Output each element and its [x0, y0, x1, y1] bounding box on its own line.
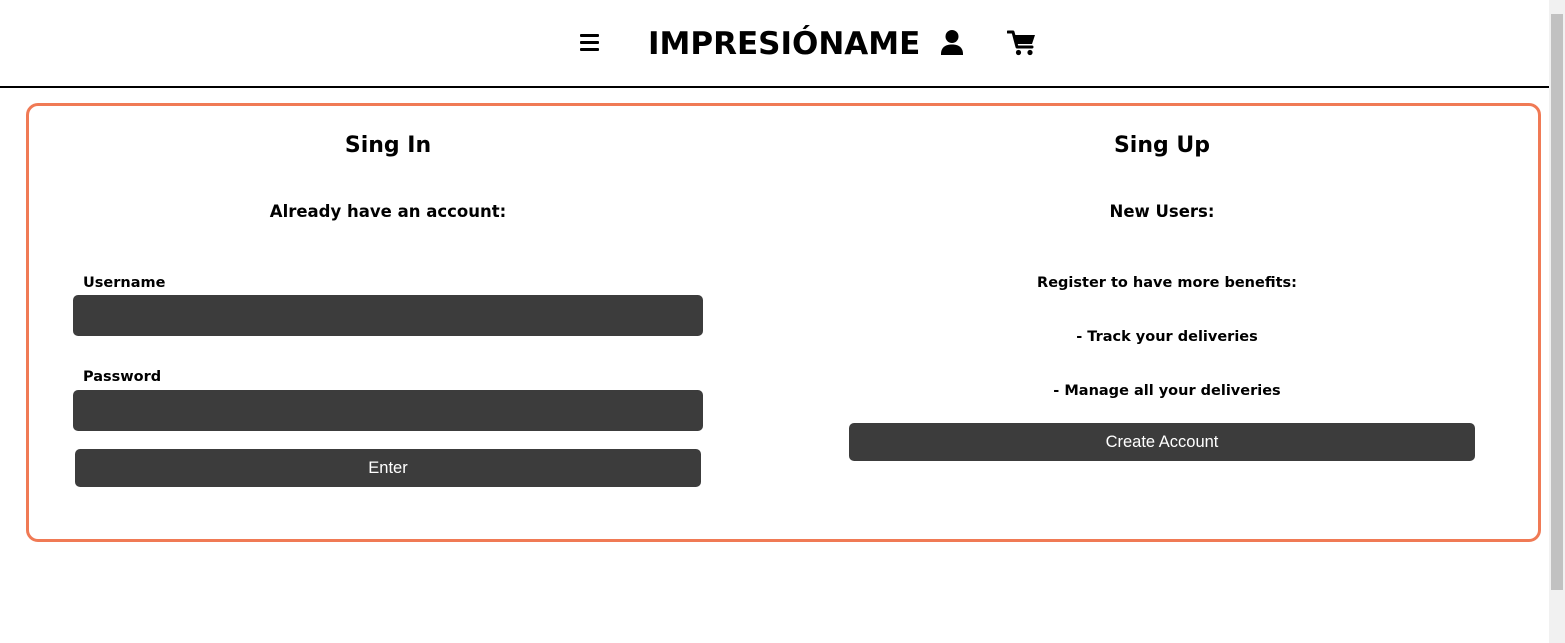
password-label: Password: [83, 369, 162, 385]
username-label: Username: [83, 275, 166, 291]
auth-card: Sing In Already have an account: Usernam…: [26, 103, 1541, 542]
signup-title: Sing Up: [1113, 133, 1211, 158]
shopping-cart-icon[interactable]: [1006, 29, 1039, 57]
brand-logo-text[interactable]: IMPRESIÓNAME: [648, 24, 920, 64]
signin-subtitle: Already have an account:: [269, 202, 507, 221]
benefit-item: - Track your deliveries: [1076, 329, 1258, 345]
page: IMPRESIÓNAME Sing In Already have an acc…: [0, 0, 1565, 643]
username-input[interactable]: [73, 295, 703, 336]
password-input[interactable]: [73, 390, 703, 431]
signup-intro: Register to have more benefits:: [1037, 275, 1297, 291]
enter-button[interactable]: Enter: [75, 449, 701, 487]
benefit-item: - Manage all your deliveries: [1053, 383, 1281, 399]
signin-title: Sing In: [344, 133, 432, 158]
scrollbar-thumb[interactable]: [1551, 14, 1563, 590]
hamburger-menu-icon[interactable]: [578, 31, 602, 53]
signup-subtitle: New Users:: [1109, 202, 1215, 221]
user-icon[interactable]: [938, 28, 966, 58]
site-header: IMPRESIÓNAME: [0, 0, 1549, 88]
create-account-button[interactable]: Create Account: [849, 423, 1475, 461]
vertical-scrollbar[interactable]: [1549, 0, 1565, 643]
